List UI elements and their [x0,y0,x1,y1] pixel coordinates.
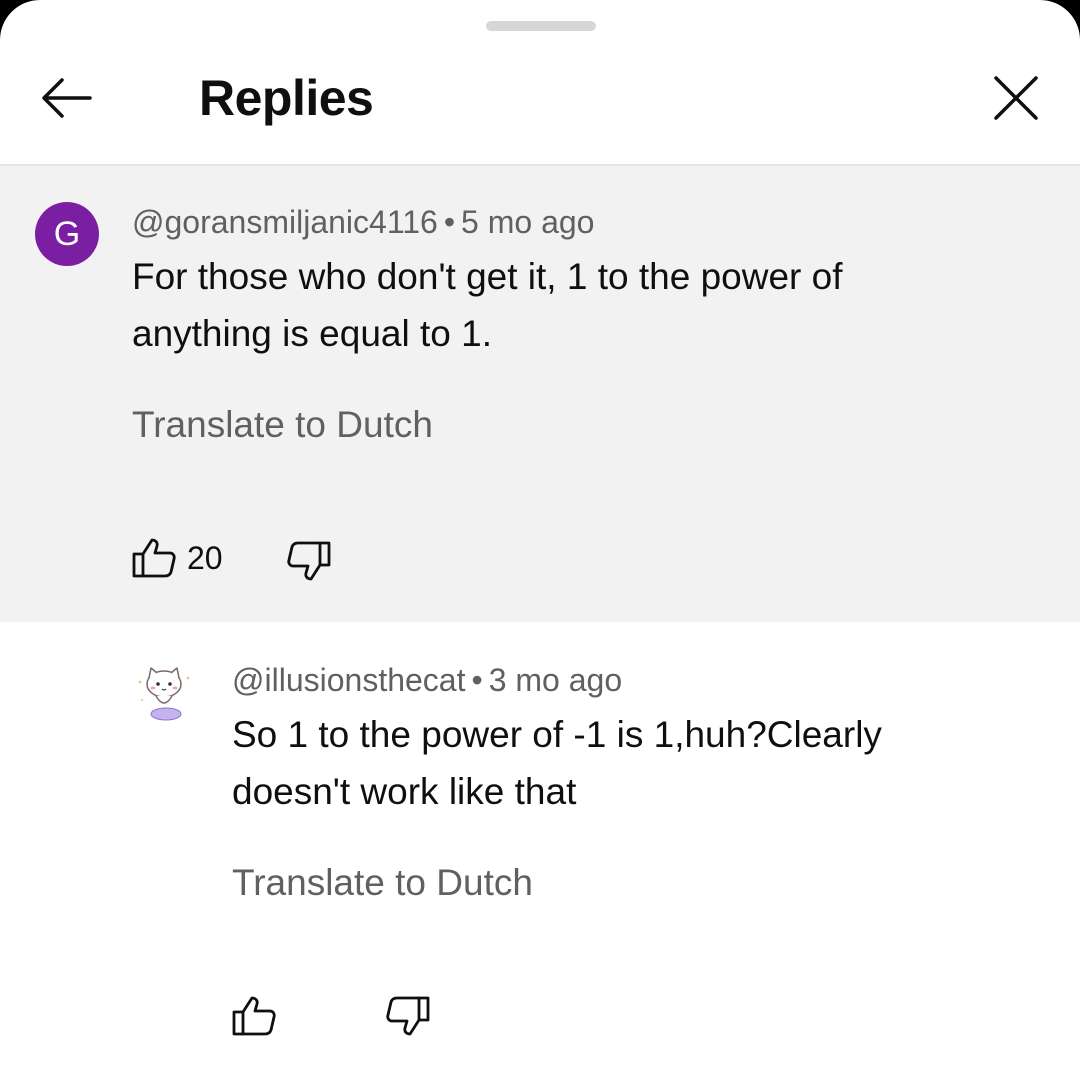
thumbs-up-icon [132,538,176,578]
comment-text-line: For those who don't get it, 1 to the pow… [132,256,843,297]
reply-time: 3 mo ago [488,662,623,698]
thumbs-up-icon [232,996,276,1036]
main-comment: G @goransmiljanic4116 • 5 mo ago For those… [0,166,1080,622]
like-button[interactable] [130,536,178,585]
comment-text-line: anything is equal to 1. [132,313,492,354]
close-button[interactable] [984,66,1048,130]
comment-text: For those who don't get it, 1 to the pow… [132,248,842,362]
dislike-button[interactable] [285,539,333,588]
page-title: Replies [199,70,374,126]
comment-meta: @goransmiljanic4116 • 5 mo ago [132,204,594,241]
back-button[interactable] [36,70,100,126]
reply-comment: @illusionsthecat • 3 mo ago So 1 to the po… [0,622,1080,1085]
thumbs-down-icon [386,996,430,1036]
comment-author[interactable]: @goransmiljanic4116 [132,204,438,240]
header: Replies [0,40,1080,164]
replies-sheet: Replies G @goransmiljanic4116 • 5 mo ago F… [0,0,1080,1085]
drag-handle[interactable] [486,21,596,31]
like-button[interactable] [230,994,278,1043]
reply-text-line: doesn't work like that [232,771,577,812]
reply-meta: @illusionsthecat • 3 mo ago [232,662,622,699]
reply-author[interactable]: @illusionsthecat [232,662,465,698]
reply-text: So 1 to the power of -1 is 1,huh?Clearly… [232,706,882,820]
meta-separator: • [443,204,456,240]
dislike-button[interactable] [384,994,432,1043]
meta-separator: • [471,662,483,698]
avatar[interactable] [132,658,196,722]
arrow-left-icon [42,78,92,118]
comment-time: 5 mo ago [461,204,595,240]
thumbs-down-icon [287,541,331,581]
translate-link[interactable]: Translate to Dutch [132,404,433,446]
reply-text-line: So 1 to the power of -1 is 1,huh?Clearly [232,714,882,755]
like-count: 20 [187,540,223,576]
cat-avatar-icon [133,659,195,721]
translate-link[interactable]: Translate to Dutch [232,862,533,904]
close-icon [994,76,1038,120]
avatar[interactable]: G [35,202,99,266]
